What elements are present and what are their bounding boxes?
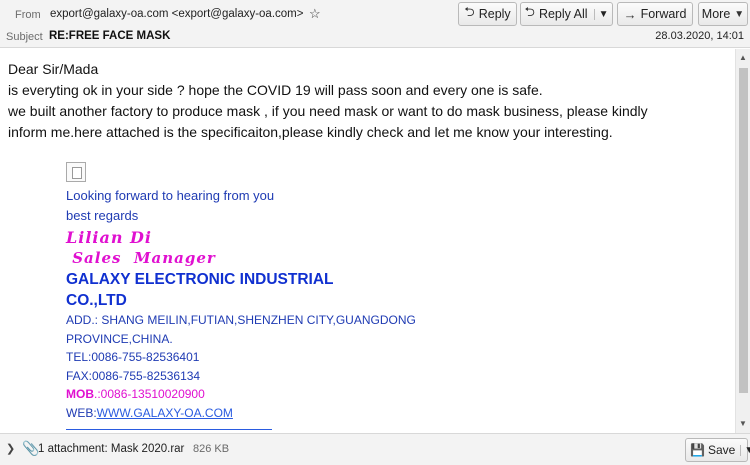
sig-company-line1: GALAXY ELECTRONIC INDUSTRIAL [66, 271, 334, 288]
reply-all-icon: ⮌ [524, 4, 535, 19]
sig-address-line2: PROVINCE,CHINA. [66, 331, 173, 346]
message-date: 28.03.2020, 14:01 [655, 30, 744, 42]
attachment-bar: ❯ 📎 1 attachment: Mask 2020.rar 826 KB 💾… [0, 433, 750, 465]
chevron-right-icon[interactable]: ❯ [6, 442, 15, 455]
reply-label: Reply [478, 7, 511, 21]
forward-arrow-icon: → [623, 6, 637, 22]
attachment-size: 826 KB [193, 443, 230, 455]
sig-fax: FAX:0086-755-82536134 [66, 368, 201, 383]
greeting-text: Dear Sir/Mada [8, 61, 99, 77]
save-label: Save [707, 443, 736, 457]
sig-mobile: MOB.:0086-13510020900 [66, 385, 416, 404]
chevron-down-icon[interactable]: ▼ [593, 8, 608, 20]
scroll-up-icon[interactable]: ▲ [739, 53, 747, 62]
subject-value: RE:FREE FACE MASK [49, 30, 171, 42]
more-label: More [701, 7, 731, 21]
sig-tel: TEL:0086-755-82536401 [66, 350, 200, 364]
sig-mobile-value: .:0086-13510020900 [94, 387, 205, 401]
forward-label: Forward [640, 7, 687, 21]
paperclip-icon: 📎 [22, 440, 40, 456]
sig-looking-forward: Looking forward to hearing from you [66, 188, 275, 203]
from-address[interactable]: export@galaxy-oa.com <export@galaxy-oa.c… [50, 8, 303, 20]
body-line: we built another factory to produce mask… [8, 103, 648, 119]
scrollbar-thumb[interactable] [739, 68, 748, 393]
broken-image-icon [66, 162, 86, 182]
scroll-down-icon[interactable]: ▼ [739, 419, 747, 428]
sig-web-link[interactable]: WWW.GALAXY-OA.COM [97, 406, 233, 420]
star-icon[interactable]: ☆ [309, 6, 321, 22]
save-button[interactable]: 💾 Save ▼ [685, 438, 750, 462]
reply-all-button[interactable]: ⮌ Reply All ▼ [520, 2, 613, 26]
chevron-down-icon: ▼ [734, 8, 745, 20]
sig-title: Sales Manager [66, 249, 216, 267]
sig-web-label: WEB: [66, 405, 97, 420]
divider [66, 429, 272, 430]
reply-button[interactable]: ⮌ Reply [458, 2, 517, 26]
more-button[interactable]: More ▼ [698, 2, 748, 26]
save-icon: 💾 [690, 443, 705, 457]
sig-company-line2: CO.,LTD [66, 292, 127, 309]
message-body: Dear Sir/Mada is everyting ok in your si… [0, 49, 735, 433]
sig-regards: best regards [66, 208, 139, 223]
sig-mobile-label: MOB [66, 387, 94, 401]
reply-all-label: Reply All [538, 7, 588, 21]
forward-button[interactable]: → Forward [617, 2, 693, 26]
sig-address-line1: ADD.: SHANG MEILIN,FUTIAN,SHENZHEN CITY,… [66, 313, 416, 327]
reply-icon: ⮌ [464, 4, 475, 19]
chevron-down-icon[interactable]: ▼ [740, 444, 750, 456]
attachment-name[interactable]: 1 attachment: Mask 2020.rar [38, 443, 184, 455]
subject-label: Subject [6, 31, 43, 43]
sig-name: Lilian Di [66, 228, 153, 247]
vertical-scrollbar[interactable]: ▲ ▼ [735, 49, 750, 433]
body-line: is everyting ok in your side ? hope the … [8, 82, 543, 98]
message-header: From export@galaxy-oa.com <export@galaxy… [0, 0, 750, 48]
from-label: From [15, 9, 41, 21]
body-line: inform me.here attached is the specifica… [8, 124, 613, 140]
signature-block: Looking forward to hearing from you best… [66, 162, 416, 430]
sig-web: WEB:WWW.GALAXY-OA.COM [66, 404, 416, 423]
